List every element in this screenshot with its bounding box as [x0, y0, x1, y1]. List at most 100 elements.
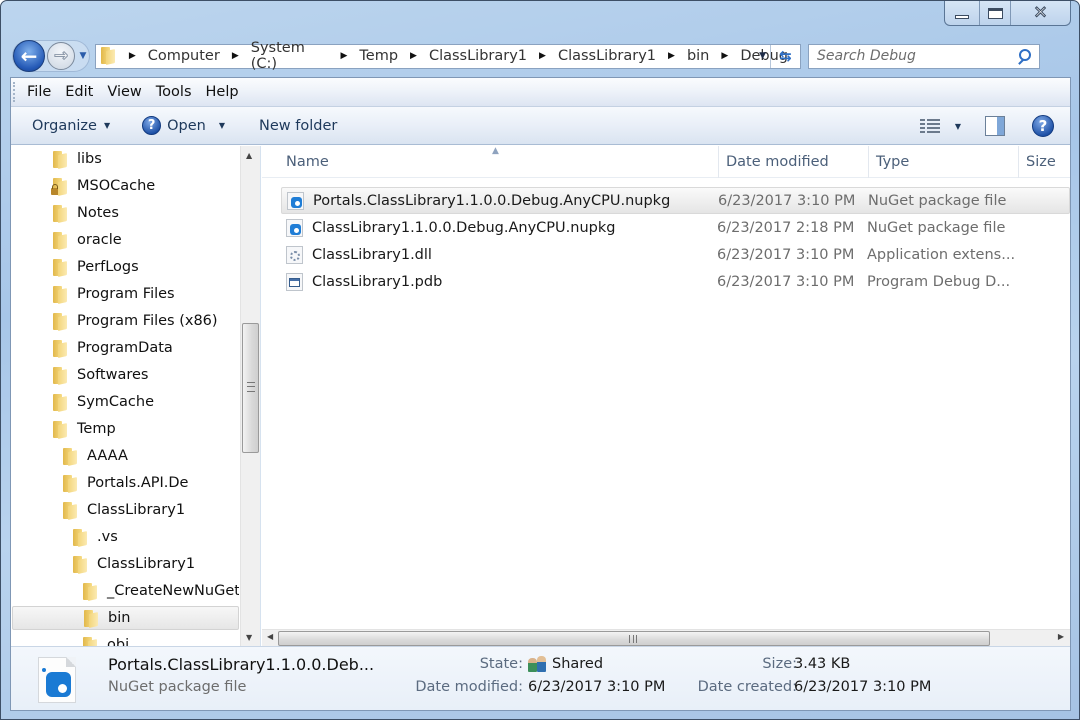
tree-item[interactable]: libs — [12, 147, 239, 171]
date-modified-cell: 6/23/2017 3:10 PM — [717, 246, 855, 263]
tree-item[interactable]: oracle — [12, 228, 239, 252]
close-button[interactable]: ✕ — [1010, 1, 1070, 25]
tree-item-label: Program Files (x86) — [77, 313, 218, 329]
file-row[interactable]: ClassLibrary1.dll 6/23/2017 3:10 PM Applic… — [281, 241, 1070, 268]
search-icon[interactable] — [1017, 48, 1031, 65]
tree-item-label: libs — [77, 151, 102, 167]
change-view-icon[interactable] — [919, 118, 940, 134]
breadcrumb-item[interactable]: ClassLibrary1 — [429, 48, 527, 64]
client-area: File Edit View Tools Help Organize ▼ ? O… — [10, 77, 1071, 711]
tree-item[interactable]: AAAA — [12, 444, 239, 468]
tree-item[interactable]: Program Files — [12, 282, 239, 306]
date-modified-cell: 6/23/2017 3:10 PM — [718, 192, 856, 209]
folder-icon — [53, 258, 67, 276]
minimize-button[interactable] — [945, 1, 979, 25]
file-name: ClassLibrary1.1.0.0.Debug.AnyCPU.nupkg — [312, 219, 616, 236]
tree-item[interactable]: .vs — [12, 525, 239, 549]
menubar-grip[interactable] — [13, 82, 15, 102]
folder-icon — [53, 366, 67, 384]
tree-item[interactable]: bin — [12, 606, 239, 630]
new-folder-label: New folder — [259, 117, 338, 134]
new-folder-button[interactable]: New folder — [250, 112, 346, 140]
folder-icon — [83, 636, 97, 646]
tree-item-label: SymCache — [77, 394, 155, 410]
scroll-right-arrow[interactable]: ▶ — [1058, 632, 1064, 641]
size-value: 3.43 KB — [794, 656, 851, 672]
breadcrumb-separator-icon[interactable]: ▶ — [232, 51, 239, 61]
tree-item[interactable]: ClassLibrary1 — [12, 498, 239, 522]
address-bar[interactable]: ▶ Computer ▶ System (C:) ▶ Temp ▶ ClassLibrary1… — [95, 40, 801, 72]
tree-item[interactable]: Portals.API.De — [12, 471, 239, 495]
forward-button[interactable]: → — [47, 42, 75, 70]
folder-icon — [53, 231, 67, 249]
breadcrumb-item[interactable]: System (C:) — [251, 40, 329, 72]
folder-icon — [53, 339, 67, 357]
menu-edit[interactable]: Edit — [58, 81, 100, 103]
menu-help[interactable]: Help — [199, 81, 246, 103]
refresh-icon: ⇆ — [779, 47, 792, 65]
folder-icon — [63, 474, 77, 492]
nupkg-file-icon — [287, 191, 304, 210]
menu-file[interactable]: File — [20, 81, 58, 103]
help-icon[interactable]: ? — [1032, 115, 1054, 137]
navigation-pane: libs MSOCache Notes oracle PerfLogs Program F… — [11, 146, 261, 646]
tree-item[interactable]: Notes — [12, 201, 239, 225]
tree-item[interactable]: ProgramData — [12, 336, 239, 360]
history-buttons: ← → ▼ — [12, 40, 90, 72]
date-created-label: Date created: — [697, 679, 797, 695]
date-modified-cell: 6/23/2017 3:10 PM — [717, 273, 855, 290]
breadcrumb-separator-icon[interactable]: ▶ — [410, 51, 417, 61]
breadcrumb-separator-icon[interactable]: ▶ — [721, 51, 728, 61]
menu-tools[interactable]: Tools — [149, 81, 199, 103]
breadcrumb-separator-icon[interactable]: ▶ — [539, 51, 546, 61]
tree-item[interactable]: Temp — [12, 417, 239, 441]
navigation-pane-scrollbar[interactable]: ▲ ▼ — [240, 146, 260, 646]
refresh-button[interactable]: ⇆ — [770, 44, 800, 68]
tree-item-label: PerfLogs — [77, 259, 139, 275]
forward-arrow-icon: → — [53, 46, 69, 67]
type-cell: Program Debug D... — [867, 273, 1011, 290]
file-row[interactable]: ClassLibrary1.pdb 6/23/2017 3:10 PM Progra… — [281, 268, 1070, 295]
column-header-name[interactable]: Name — [279, 146, 719, 178]
breadcrumb-separator-icon[interactable]: ▶ — [340, 51, 347, 61]
organize-button[interactable]: Organize ▼ — [23, 112, 119, 140]
scrollbar-thumb[interactable] — [242, 323, 259, 453]
caption-buttons: ✕ — [944, 1, 1071, 26]
tree-item[interactable]: Softwares — [12, 363, 239, 387]
tree-item[interactable]: MSOCache — [12, 174, 239, 198]
menu-view[interactable]: View — [100, 81, 148, 103]
tree-item[interactable]: _CreateNewNuGetP — [12, 579, 239, 603]
preview-pane-icon[interactable] — [985, 116, 1005, 136]
view-options-dropdown[interactable]: ▼ — [955, 122, 961, 131]
file-row[interactable]: Portals.ClassLibrary1.1.0.0.Debug.AnyCPU… — [281, 187, 1070, 214]
recent-pages-dropdown[interactable]: ▼ — [77, 48, 89, 64]
scroll-down-arrow[interactable]: ▼ — [246, 633, 252, 642]
breadcrumb-item[interactable]: bin — [687, 48, 709, 64]
back-button[interactable]: ← — [13, 40, 45, 72]
tree-item[interactable]: obj — [12, 633, 239, 646]
column-header-type[interactable]: Type — [869, 146, 1019, 178]
scrollbar-thumb[interactable] — [278, 631, 990, 646]
breadcrumb-separator-icon[interactable]: ▶ — [129, 51, 136, 61]
folder-icon — [84, 609, 98, 627]
search-input[interactable] — [817, 48, 1012, 64]
maximize-button[interactable] — [979, 1, 1010, 25]
column-header-size[interactable]: Size — [1019, 146, 1070, 178]
breadcrumb-item[interactable]: Computer — [148, 48, 220, 64]
tree-item[interactable]: SymCache — [12, 390, 239, 414]
back-arrow-icon: ← — [20, 44, 38, 68]
scroll-left-arrow[interactable]: ◀ — [267, 632, 273, 641]
horizontal-scrollbar[interactable]: ◀ ▶ — [262, 629, 1070, 646]
breadcrumb-item[interactable]: Temp — [359, 48, 398, 64]
tree-item[interactable]: ClassLibrary1 — [12, 552, 239, 576]
tree-item[interactable]: Program Files (x86) — [12, 309, 239, 333]
breadcrumb-separator-icon[interactable]: ▶ — [668, 51, 675, 61]
column-header-date-modified[interactable]: Date modified — [719, 146, 869, 178]
address-history-dropdown[interactable]: ▼ — [759, 51, 766, 61]
tree-item[interactable]: PerfLogs — [12, 255, 239, 279]
breadcrumb-item[interactable]: ClassLibrary1 — [558, 48, 656, 64]
open-button[interactable]: ? Open ▼ — [133, 112, 234, 140]
scroll-up-arrow[interactable]: ▲ — [246, 151, 252, 160]
date-modified-cell: 6/23/2017 2:18 PM — [717, 219, 855, 236]
file-row[interactable]: ClassLibrary1.1.0.0.Debug.AnyCPU.nupkg 6/… — [281, 214, 1070, 241]
